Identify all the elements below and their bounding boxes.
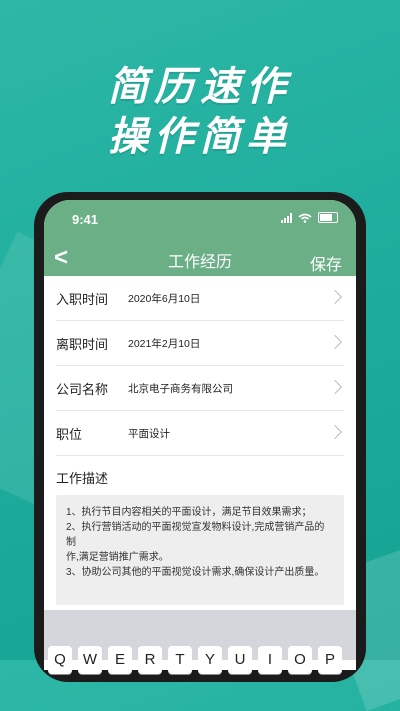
key-u[interactable]: U (228, 646, 252, 674)
keyboard: Q W E R T Y U I O P (44, 610, 356, 674)
nav-bar: < 工作经历 保存 (44, 238, 356, 276)
battery-icon (318, 212, 338, 223)
key-o[interactable]: O (288, 646, 312, 674)
key-e[interactable]: E (108, 646, 132, 674)
keyboard-row: Q W E R T Y U I O P (48, 646, 342, 674)
row-position[interactable]: 职位 平面设计 (56, 411, 344, 456)
status-bar: 9:41 (44, 200, 356, 238)
row-value: 北京电子商务有限公司 (128, 382, 233, 395)
key-p[interactable]: P (318, 646, 342, 674)
chevron-right-icon (327, 289, 343, 305)
row-value: 平面设计 (128, 427, 170, 440)
description-label: 工作描述 (56, 471, 109, 486)
status-time: 9:41 (72, 212, 99, 227)
key-q[interactable]: Q (48, 646, 72, 674)
key-w[interactable]: W (78, 646, 102, 674)
save-button[interactable]: 保存 (310, 251, 342, 275)
description-line: 2、执行营销活动的平面视觉宣发物料设计,完成营销产品的制 (66, 522, 325, 548)
work-experience-form: 入职时间 2020年6月10日 离职时间 2021年2月10日 公司名称 北京电… (44, 276, 356, 605)
chevron-right-icon (327, 334, 343, 350)
description-textarea[interactable]: 1、执行节目内容相关的平面设计，满足节目效果需求； 2、执行营销活动的平面视觉宣… (56, 495, 344, 605)
key-r[interactable]: R (138, 646, 162, 674)
status-icons (281, 212, 338, 223)
row-label: 公司名称 (56, 381, 109, 397)
description-line: 3、协助公司其他的平面视觉设计需求,确保设计产出质量。 (66, 567, 325, 578)
description-line: 作,满足营销推广需求。 (66, 552, 169, 563)
row-value: 2020年6月10日 (128, 292, 201, 305)
row-start-date[interactable]: 入职时间 2020年6月10日 (56, 276, 344, 321)
key-i[interactable]: I (258, 646, 282, 674)
wifi-icon (298, 213, 312, 223)
promo-headline-2: 操作简单 (108, 113, 292, 160)
row-end-date[interactable]: 离职时间 2021年2月10日 (56, 321, 344, 366)
key-t[interactable]: T (168, 646, 192, 674)
phone-screen: 9:41 < 工作经历 保存 入职时间 2020年6月10日 离职时间 2021… (44, 200, 356, 670)
row-label: 职位 (56, 426, 83, 442)
row-company[interactable]: 公司名称 北京电子商务有限公司 (56, 366, 344, 411)
chevron-right-icon (327, 379, 343, 395)
row-label: 离职时间 (56, 336, 109, 352)
row-value: 2021年2月10日 (128, 337, 201, 350)
signal-icon (281, 212, 292, 223)
key-y[interactable]: Y (198, 646, 222, 674)
description-line: 1、执行节目内容相关的平面设计，满足节目效果需求； (66, 507, 312, 518)
row-label: 入职时间 (56, 291, 109, 307)
chevron-right-icon (327, 424, 343, 440)
